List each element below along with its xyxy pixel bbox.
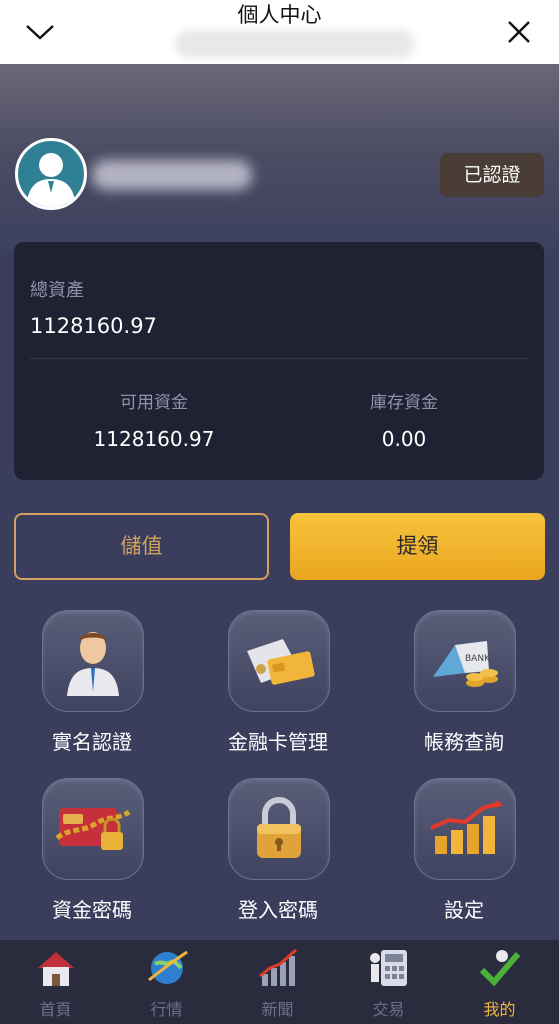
globe-icon — [145, 946, 189, 990]
total-assets-label: 總資產 — [30, 280, 84, 301]
feature-label: 資金密碼 — [52, 898, 132, 922]
chained-card-icon — [42, 778, 144, 880]
feature-login-password[interactable]: 登入密碼 — [188, 778, 368, 928]
chevron-down-icon[interactable] — [22, 14, 58, 50]
bank-coins-icon: BANK — [414, 610, 516, 712]
redacted-username — [92, 160, 252, 190]
asset-card: 總資產 1128160.97 可用資金 1128160.97 庫存資金 0.00 — [14, 242, 544, 480]
padlock-icon — [228, 778, 330, 880]
available-funds: 可用資金 1128160.97 — [54, 388, 254, 451]
nav-item-home[interactable]: 首頁 — [0, 940, 111, 1024]
stock-funds: 庫存資金 0.00 — [304, 388, 504, 451]
calculator-icon — [367, 946, 411, 990]
feature-fund-password[interactable]: 資金密碼 — [2, 778, 182, 928]
feature-bank-card-management[interactable]: 金融卡管理 — [188, 610, 368, 760]
checkmark-person-icon — [478, 946, 522, 990]
bottom-nav: 首頁 行情 新聞 交易 我的 — [0, 940, 559, 1024]
deposit-button[interactable]: 儲值 — [14, 513, 269, 580]
chart-icon — [256, 946, 300, 990]
house-icon — [34, 946, 78, 990]
feature-label: 實名認證 — [52, 730, 132, 754]
available-funds-value: 1128160.97 — [93, 427, 215, 451]
redacted-subtitle — [175, 30, 415, 58]
feature-settings[interactable]: 設定 — [374, 778, 554, 928]
feature-label: 帳務查詢 — [424, 730, 504, 754]
feature-label: 設定 — [444, 898, 484, 922]
stock-funds-label: 庫存資金 — [370, 393, 438, 413]
person-icon — [42, 610, 144, 712]
nav-label: 行情 — [150, 1000, 183, 1019]
feature-real-name-verification[interactable]: 實名認證 — [2, 610, 182, 760]
nav-item-trade[interactable]: 交易 — [333, 940, 444, 1024]
growth-coins-icon — [414, 778, 516, 880]
verified-badge: 已認證 — [440, 153, 544, 197]
nav-label: 新聞 — [261, 1000, 294, 1019]
feature-account-inquiry[interactable]: BANK 帳務查詢 — [374, 610, 554, 760]
nav-label: 首頁 — [39, 1000, 72, 1019]
avatar[interactable] — [15, 138, 87, 210]
close-icon[interactable] — [501, 14, 537, 50]
page-title: 個人中心 — [237, 3, 322, 27]
feature-label: 登入密碼 — [238, 898, 318, 922]
bank-card-icon — [228, 610, 330, 712]
nav-label: 交易 — [372, 1000, 405, 1019]
nav-item-mine[interactable]: 我的 — [444, 940, 555, 1024]
nav-label: 我的 — [483, 1000, 516, 1019]
top-bar: 個人中心 — [0, 0, 559, 64]
svg-text:BANK: BANK — [465, 654, 491, 664]
feature-label: 金融卡管理 — [228, 730, 328, 754]
available-funds-label: 可用資金 — [120, 393, 188, 413]
nav-item-market[interactable]: 行情 — [111, 940, 222, 1024]
total-assets-value: 1128160.97 — [30, 314, 157, 338]
card-divider — [30, 358, 528, 359]
withdraw-button[interactable]: 提領 — [290, 513, 545, 580]
stock-funds-value: 0.00 — [381, 427, 427, 451]
nav-item-news[interactable]: 新聞 — [222, 940, 333, 1024]
